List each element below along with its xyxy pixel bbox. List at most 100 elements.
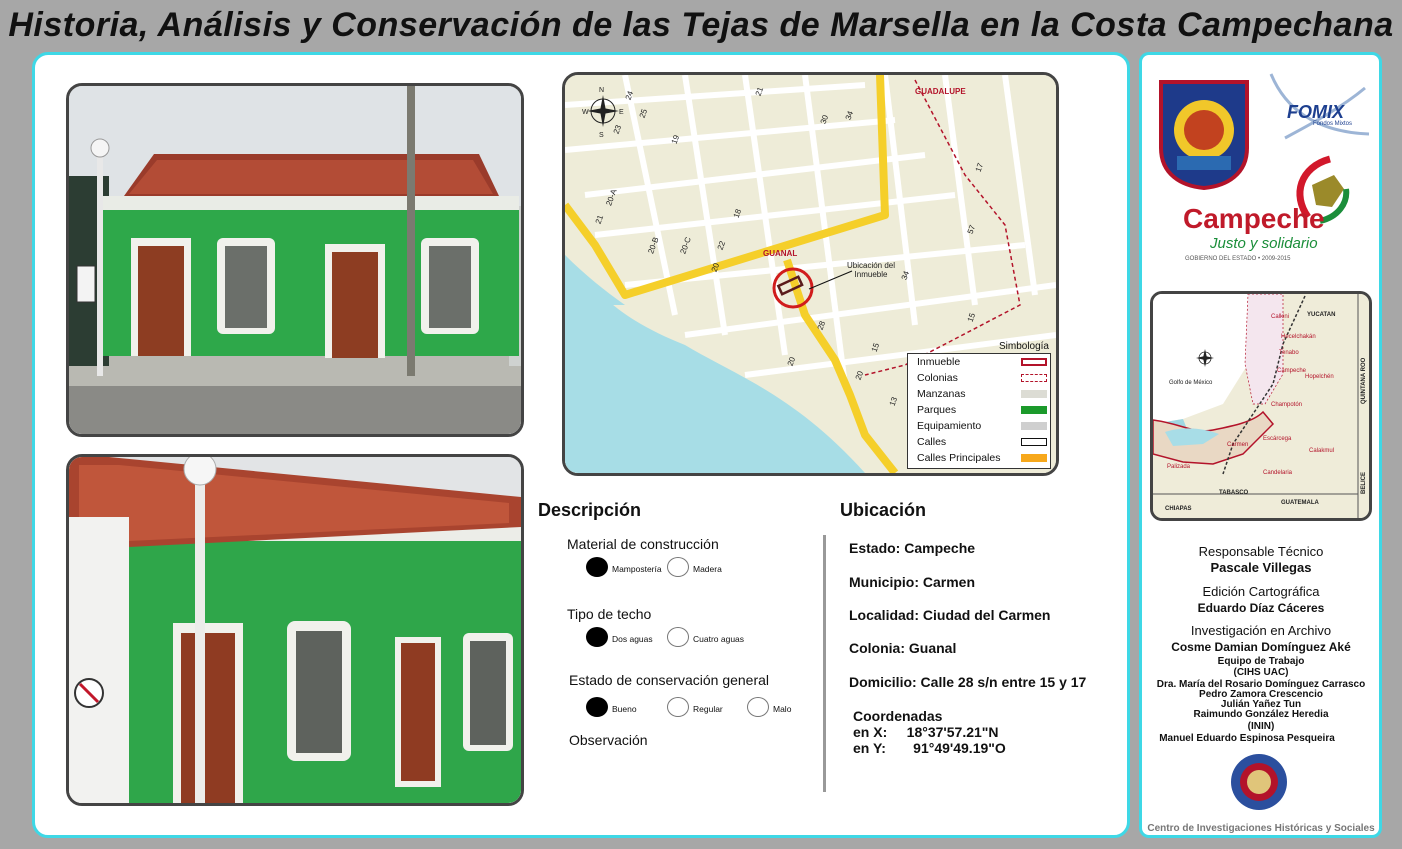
team-member: Raimundo González Heredia <box>1193 709 1329 720</box>
legend-item: Equipamiento <box>917 419 1047 434</box>
option-label: Bueno <box>612 704 637 714</box>
legend-title: Simbología <box>998 341 1049 352</box>
option-label: Malo <box>773 704 792 714</box>
radio-dot-icon <box>586 697 608 717</box>
campeche-logo-text: Campeche <box>1183 203 1325 234</box>
fomix-logo: FOMIX Fondos Mixtos <box>1265 68 1375 148</box>
inv-name: Cosme Damian Domínguez Aké <box>1171 640 1351 654</box>
radio-dot-icon <box>747 697 769 717</box>
region-label: TABASCO <box>1219 490 1249 496</box>
poster-title: Historia, Análisis y Conservación de las… <box>8 6 1394 44</box>
option-label: Regular <box>693 704 723 714</box>
region-label: YUCATAN <box>1307 312 1336 318</box>
map-legend: Simbología Inmueble Colonias Manzanas Parqu… <box>905 341 1051 469</box>
resp-label: Responsable Técnico <box>1198 544 1324 559</box>
campeche-slogan: Justo y solidario <box>1210 235 1318 252</box>
inin-label: (ININ) <box>1247 721 1275 732</box>
region-label: Golfo de México <box>1169 380 1213 386</box>
svg-text:E: E <box>619 109 624 116</box>
cihs-label: (CIHS UAC) <box>1233 667 1289 678</box>
legend-item-label: Calles Principales <box>917 452 1001 464</box>
region-label: Champotón <box>1271 402 1303 408</box>
svg-text:S: S <box>599 132 604 139</box>
map-label-guadalupe: GUADALUPE <box>915 87 966 96</box>
legend-item: Parques <box>917 403 1047 418</box>
ubicacion-municipio: Municipio: Carmen <box>849 574 976 590</box>
centro-investigaciones-logo <box>1229 752 1289 812</box>
legend-swatch <box>1021 438 1047 446</box>
material-label: Material de construcción <box>567 536 719 552</box>
fomix-subtext: Fondos Mixtos <box>1313 121 1353 127</box>
legend-item-label: Parques <box>917 404 957 416</box>
ubicacion-colonia: Colonia: Guanal <box>849 640 957 656</box>
legend-item-label: Colonias <box>917 372 958 384</box>
legend-swatch <box>1021 406 1047 414</box>
legend-swatch <box>1021 422 1047 430</box>
campeche-gov-text: GOBIERNO DEL ESTADO • 2009-2015 <box>1185 256 1291 262</box>
inin-member: Manuel Eduardo Espinosa Pesqueira <box>1159 733 1335 744</box>
edicion-label: Edición Cartográfica <box>1202 584 1320 599</box>
observacion-label: Observación <box>569 732 648 748</box>
ubicacion-coordenadas: Coordenadas en X: 18°37'57.21"N en Y: 91… <box>853 708 1006 756</box>
radio-dot-icon <box>667 627 689 647</box>
region-label: Escárcega <box>1263 436 1292 442</box>
radio-dot-icon <box>586 557 608 577</box>
option-label: Madera <box>693 564 722 574</box>
estado-label: Estado de conservación general <box>569 672 770 688</box>
house-photo-side <box>66 454 524 806</box>
legend-item: Colonias <box>917 371 1047 386</box>
ubicacion-heading: Ubicación <box>840 500 927 520</box>
region-label: Campeche <box>1277 368 1307 374</box>
region-label: Calakmul <box>1309 448 1335 454</box>
university-seal-logo <box>1157 78 1251 191</box>
svg-text:N: N <box>599 87 604 94</box>
legend-swatch <box>1021 358 1047 366</box>
region-label: Carmen <box>1227 442 1249 448</box>
region-label: CHIAPAS <box>1165 506 1192 512</box>
region-label: Palizada <box>1167 464 1191 470</box>
ubicacion-estado: Estado: Campeche <box>849 540 976 556</box>
region-label: Tenabo <box>1279 350 1299 356</box>
svg-text:W: W <box>582 109 589 116</box>
descripcion-heading: Descripción <box>538 500 642 520</box>
legend-item: Inmueble <box>917 355 1047 370</box>
radio-dot-icon <box>667 557 689 577</box>
inv-label: Investigación en Archivo <box>1190 623 1332 638</box>
option-label: Mampostería <box>612 564 662 574</box>
ubicacion-localidad: Localidad: Ciudad del Carmen <box>849 607 1051 623</box>
resp-name: Pascale Villegas <box>1210 560 1312 575</box>
region-label: Candelaria <box>1263 470 1293 476</box>
region-label: BELICE <box>1361 471 1367 494</box>
edicion-name: Eduardo Díaz Cáceres <box>1197 601 1325 615</box>
legend-item: Calles Principales <box>917 451 1047 466</box>
legend-item: Calles <box>917 435 1047 450</box>
house-photo-front <box>66 83 524 437</box>
option-label: Dos aguas <box>612 634 653 644</box>
legend-item-label: Calles <box>917 436 947 448</box>
map-label-guanal: GUANAL <box>763 249 798 258</box>
divider-line <box>823 535 826 792</box>
legend-item-label: Inmueble <box>917 356 961 368</box>
fomix-text: FOMIX <box>1287 102 1344 122</box>
legend-swatch <box>1021 374 1047 382</box>
radio-dot-icon <box>667 697 689 717</box>
region-label: QUINTANA ROO <box>1361 357 1367 404</box>
region-map: YUCATAN Golfo de México Calkini Hecelchakán… <box>1150 291 1372 521</box>
legend-swatch <box>1021 454 1047 462</box>
equipo-label: Equipo de Trabajo <box>1217 656 1305 667</box>
legend-box: Inmueble Colonias Manzanas Parques Equipamie… <box>907 353 1051 469</box>
region-label: Hecelchakán <box>1281 334 1316 340</box>
techo-label: Tipo de techo <box>567 606 652 622</box>
region-label: Hopelchén <box>1305 374 1334 380</box>
option-label: Cuatro aguas <box>693 634 745 644</box>
legend-item-label: Equipamiento <box>917 420 982 432</box>
ubicacion-domicilio: Domicilio: Calle 28 s/n entre 15 y 17 <box>849 674 1087 690</box>
region-label: Calkini <box>1271 314 1290 320</box>
footer-centro: Centro de Investigaciones Históricas y S… <box>1147 823 1375 834</box>
region-label: GUATEMALA <box>1281 500 1319 506</box>
radio-dot-icon <box>586 627 608 647</box>
map-label-ubicacion: Ubicación del Inmueble <box>846 261 896 279</box>
legend-swatch <box>1021 390 1047 398</box>
legend-item: Manzanas <box>917 387 1047 402</box>
legend-item-label: Manzanas <box>917 388 966 400</box>
